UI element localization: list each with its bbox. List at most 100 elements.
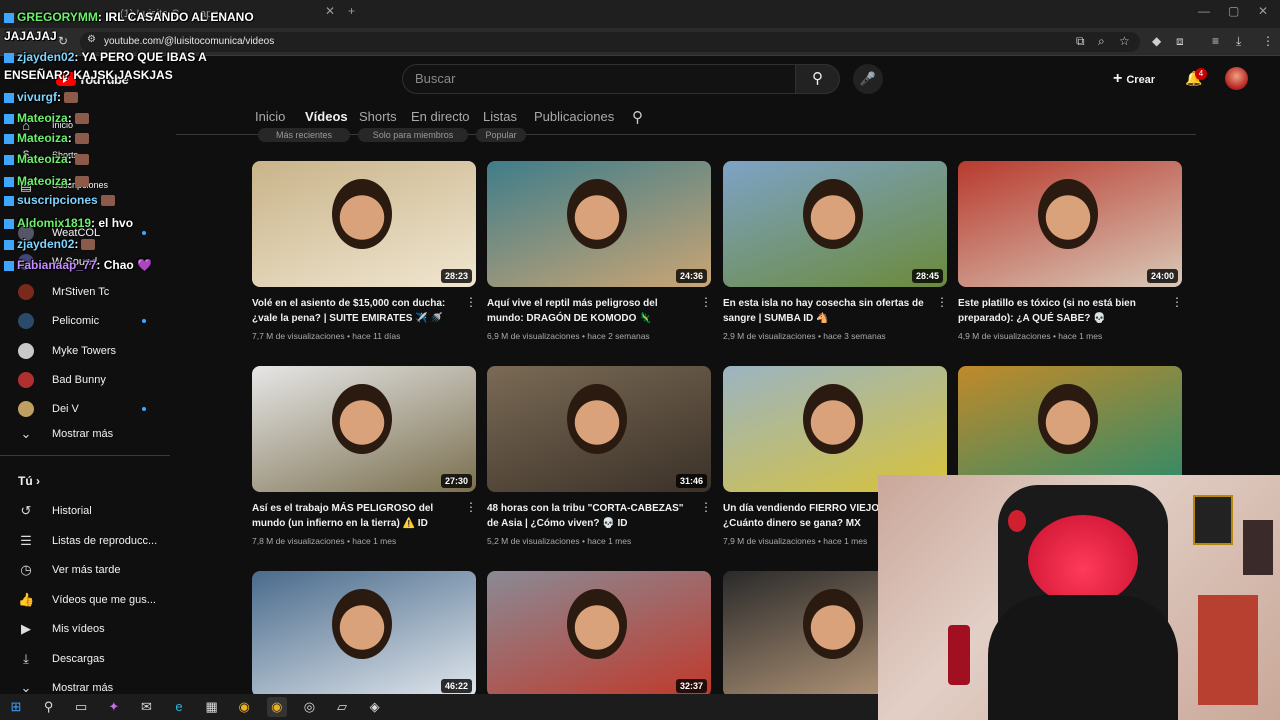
chat-message: Aldomix1819: el hvo: [4, 216, 133, 230]
notes-icon[interactable]: ▱: [332, 697, 352, 717]
you-section-heading[interactable]: Tú ›: [18, 474, 40, 488]
edge-icon[interactable]: e: [169, 697, 189, 717]
video-title[interactable]: En esta isla no hay cosecha sin ofertas …: [723, 296, 928, 326]
filter-chip[interactable]: Más recientes: [258, 128, 350, 142]
sidebar-item-you[interactable]: Ver más tarde: [52, 564, 120, 576]
video-title[interactable]: Así es el trabajo MÁS PELIGROSO del mund…: [252, 501, 457, 531]
sidebar-item-you[interactable]: Vídeos que me gus...: [52, 594, 156, 606]
bookmark-star-icon[interactable]: ☆: [1119, 34, 1130, 48]
tab-en-directo[interactable]: En directo: [411, 109, 470, 124]
channel-search-icon[interactable]: ⚲: [632, 108, 643, 126]
video-title[interactable]: Volé en el asiento de $15,000 con ducha:…: [252, 296, 457, 326]
video-thumbnail[interactable]: 24:00: [958, 161, 1182, 287]
tab-vídeos[interactable]: Vídeos: [305, 109, 348, 124]
site-info-icon[interactable]: ⚙: [87, 34, 96, 45]
video-thumbnail[interactable]: 46:22: [252, 571, 476, 697]
video-meta: 2,9 M de visualizaciones • hace 3 semana…: [723, 331, 886, 341]
search-icon: ⚲: [812, 70, 823, 87]
browser-menu-icon[interactable]: ⋮: [1262, 34, 1274, 48]
zoom-icon[interactable]: ⌕: [1098, 34, 1105, 49]
sidebar-item-you[interactable]: Historial: [52, 505, 92, 517]
reload-icon[interactable]: ↻: [58, 34, 68, 48]
task-view-icon[interactable]: ▭: [71, 697, 91, 717]
video-meta: 4,9 M de visualizaciones • hace 1 mes: [958, 331, 1103, 341]
video-thumbnail[interactable]: 27:30: [252, 366, 476, 492]
sidebar-subscription[interactable]: Bad Bunny: [52, 374, 106, 386]
chat-text: :: [67, 131, 72, 145]
close-window-icon[interactable]: ✕: [1258, 4, 1268, 18]
video-title[interactable]: Este platillo es tóxico (si no está bien…: [958, 296, 1163, 326]
address-bar[interactable]: youtube.com/@luisitocomunica/videos: [80, 32, 1140, 52]
chat-text: :: [74, 237, 79, 251]
media-icon[interactable]: ≡: [1212, 34, 1219, 48]
create-button[interactable]: + Crear: [1113, 66, 1169, 92]
store-icon[interactable]: ▦: [202, 697, 222, 717]
sidebar-item-you[interactable]: Descargas: [52, 653, 105, 665]
wall-frame: [1193, 495, 1233, 545]
microphone-icon: 🎤: [859, 71, 877, 86]
chat-message: suscripciones: [4, 193, 115, 207]
windows-taskbar: [0, 694, 878, 720]
mail-icon[interactable]: ✉: [136, 697, 156, 717]
chrome-icon[interactable]: ◉: [234, 697, 254, 717]
more-options-icon[interactable]: ⋮: [465, 295, 477, 309]
chat-username: zjayden02: [17, 237, 75, 251]
show-more-button[interactable]: Mostrar más: [52, 428, 113, 440]
thumbnail-person: [1038, 384, 1098, 454]
sidebar-item-you[interactable]: Listas de reproducc...: [52, 535, 157, 547]
more-options-icon[interactable]: ⋮: [700, 500, 712, 514]
video-thumbnail[interactable]: 31:46: [487, 366, 711, 492]
download-icon[interactable]: ⤓: [1236, 34, 1241, 49]
app-icon[interactable]: ◈: [365, 697, 385, 717]
sidebar-subscription[interactable]: MrStiven Tc: [52, 286, 109, 298]
thumbnail-person: [803, 179, 863, 249]
video-thumbnail[interactable]: [958, 366, 1182, 492]
close-tab-icon[interactable]: ✕: [325, 4, 335, 18]
sidebar-subscription[interactable]: Myke Towers: [52, 345, 116, 357]
video-thumbnail[interactable]: 24:36: [487, 161, 711, 287]
extension-icon[interactable]: ◆: [1152, 34, 1161, 48]
video-title[interactable]: Aquí vive el reptil más peligroso del mu…: [487, 296, 692, 326]
more-options-icon[interactable]: ⋮: [465, 500, 477, 514]
tab-listas[interactable]: Listas: [483, 109, 517, 124]
chat-message: zjayden02: YA PERO QUE IBAS A: [4, 50, 207, 64]
figurine: [1008, 510, 1026, 532]
chat-emote-icon: [74, 133, 89, 145]
filter-chip[interactable]: Popular: [476, 128, 526, 142]
video-title[interactable]: 48 horas con la tribu "CORTA-CABEZAS" de…: [487, 501, 692, 531]
account-avatar[interactable]: [1225, 67, 1248, 90]
copilot-icon[interactable]: ✦: [104, 697, 124, 717]
video-thumbnail[interactable]: 28:23: [252, 161, 476, 287]
sidebar-item-you[interactable]: Mis vídeos: [52, 623, 105, 635]
search-input[interactable]: Buscar: [402, 64, 796, 94]
duration-badge: 27:30: [440, 474, 472, 488]
video-thumbnail[interactable]: 28:45: [723, 161, 947, 287]
microphone: [948, 625, 970, 685]
obs-icon[interactable]: ◎: [299, 697, 319, 717]
windows-start-icon[interactable]: ⊞: [6, 697, 26, 717]
tab-shorts[interactable]: Shorts: [359, 109, 397, 124]
maximize-icon[interactable]: ▢: [1228, 4, 1239, 18]
tab-inicio[interactable]: Inicio: [255, 109, 285, 124]
minimize-icon[interactable]: —: [1198, 4, 1210, 18]
puzzle-icon[interactable]: ⧈: [1176, 34, 1184, 49]
download-icon: ⤓: [23, 650, 29, 666]
search-button[interactable]: ⚲: [796, 64, 840, 94]
chrome-active-icon[interactable]: ◉: [266, 697, 287, 717]
tab-publicaciones[interactable]: Publicaciones: [534, 109, 614, 124]
show-more-button[interactable]: Mostrar más: [52, 682, 113, 694]
video-thumbnail[interactable]: [723, 366, 947, 492]
more-options-icon[interactable]: ⋮: [936, 295, 948, 309]
filter-chip[interactable]: Solo para miembros: [358, 128, 468, 142]
chat-badge-icon: [4, 52, 14, 63]
sidebar-subscription[interactable]: Dei V: [52, 403, 79, 415]
search-icon[interactable]: ⚲: [39, 697, 59, 717]
channel-avatar: [18, 372, 34, 388]
more-options-icon[interactable]: ⋮: [700, 295, 712, 309]
video-thumbnail[interactable]: 32:37: [487, 571, 711, 697]
sidebar-subscription[interactable]: Pelicomic: [52, 315, 99, 327]
cast-icon[interactable]: ⧉: [1076, 34, 1085, 49]
voice-search-button[interactable]: 🎤: [853, 64, 883, 94]
more-options-icon[interactable]: ⋮: [1171, 295, 1183, 309]
new-tab-icon[interactable]: +: [348, 4, 355, 18]
